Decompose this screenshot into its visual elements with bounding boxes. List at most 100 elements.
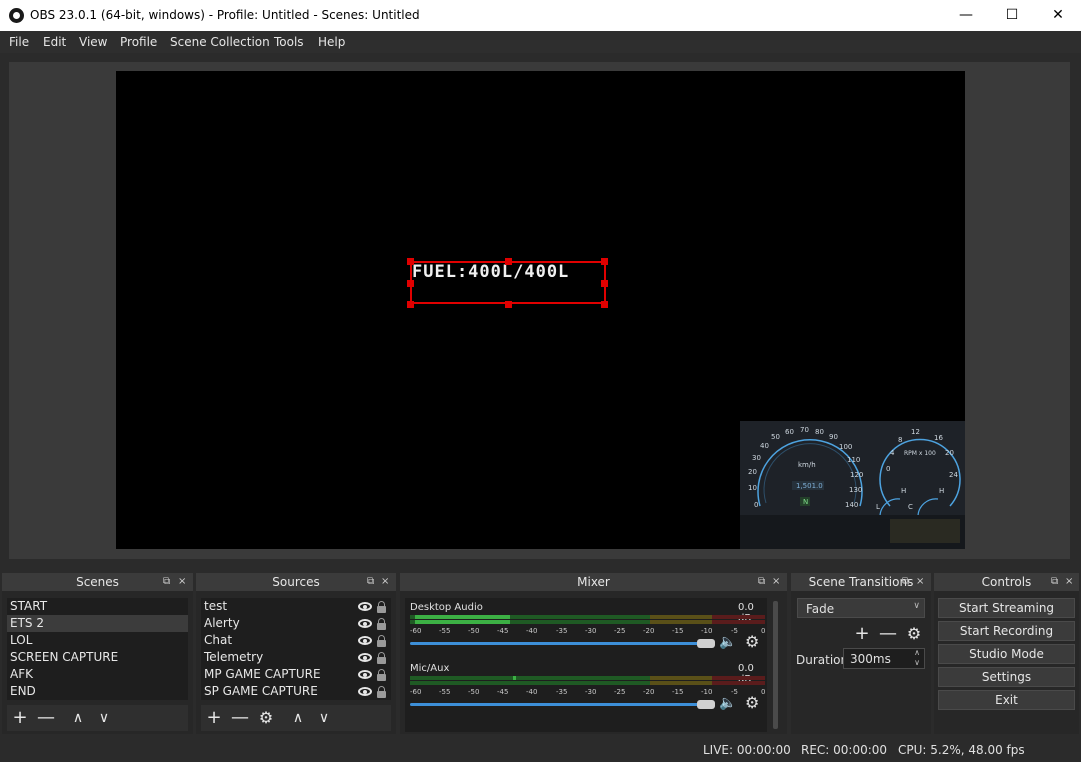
visibility-eye-icon[interactable]	[358, 687, 372, 696]
resize-handle[interactable]	[407, 258, 414, 265]
channel-name: Desktop Audio	[410, 602, 483, 613]
remove-transition-button[interactable]: —	[877, 623, 899, 645]
source-item[interactable]: Chat	[201, 632, 354, 649]
source-item[interactable]: test	[201, 598, 354, 615]
resize-handle[interactable]	[407, 280, 414, 287]
scene-item[interactable]: SCREEN CAPTURE	[7, 649, 188, 666]
resize-handle[interactable]	[505, 258, 512, 265]
speed-tick: 110	[847, 456, 861, 464]
move-down-button[interactable]: ∨	[93, 707, 115, 729]
speaker-icon[interactable]: 🔈	[719, 634, 736, 650]
close-icon[interactable]: ×	[381, 573, 389, 591]
lock-icon[interactable]	[377, 686, 386, 698]
source-properties-gear-icon[interactable]: ⚙	[255, 707, 277, 729]
add-transition-button[interactable]: +	[851, 623, 873, 645]
scene-item[interactable]: LOL	[7, 632, 188, 649]
fuel-gauge-max: H	[901, 487, 907, 495]
float-icon[interactable]: ⧉	[1051, 573, 1058, 591]
channel-name: Mic/Aux	[410, 663, 450, 674]
volume-slider-knob[interactable]	[697, 700, 715, 709]
scene-item[interactable]: START	[7, 598, 188, 615]
menu-profile[interactable]: Profile	[120, 35, 157, 49]
visibility-eye-icon[interactable]	[358, 619, 372, 628]
source-item[interactable]: MP GAME CAPTURE	[201, 666, 354, 683]
mixer-scrollbar[interactable]	[773, 601, 778, 729]
float-icon[interactable]: ⧉	[163, 573, 170, 591]
add-scene-button[interactable]: +	[9, 707, 31, 729]
volume-slider-knob[interactable]	[697, 639, 715, 648]
menu-help[interactable]: Help	[318, 35, 345, 49]
rec-status: REC: 00:00:00	[801, 743, 888, 757]
telemetry-dashboard[interactable]: 0 10 20 30 40 50 60 70 80 90 100 110 120…	[740, 421, 965, 549]
move-up-button[interactable]: ∧	[287, 707, 309, 729]
float-icon[interactable]: ⧉	[758, 573, 765, 591]
remove-scene-button[interactable]: —	[35, 707, 57, 729]
volume-slider-track[interactable]	[410, 703, 710, 706]
scene-item[interactable]: AFK	[7, 666, 188, 683]
remove-source-button[interactable]: —	[229, 707, 251, 729]
close-icon[interactable]: ×	[916, 573, 924, 591]
chevron-up-icon[interactable]: ∧	[914, 648, 920, 657]
studio-mode-button[interactable]: Studio Mode	[938, 644, 1075, 664]
speaker-icon[interactable]: 🔈	[719, 695, 736, 711]
resize-handle[interactable]	[601, 258, 608, 265]
speed-tick: 70	[800, 426, 809, 434]
chevron-down-icon[interactable]: ∨	[914, 658, 920, 667]
resize-handle[interactable]	[601, 301, 608, 308]
settings-button[interactable]: Settings	[938, 667, 1075, 687]
minimize-button[interactable]: —	[943, 0, 989, 31]
start-recording-button[interactable]: Start Recording	[938, 621, 1075, 641]
meter-scale-label: -45	[497, 627, 509, 635]
scenes-list[interactable]: START ETS 2 LOL SCREEN CAPTURE AFK END	[7, 598, 188, 700]
close-icon[interactable]: ×	[178, 573, 186, 591]
visibility-eye-icon[interactable]	[358, 602, 372, 611]
menu-tools[interactable]: Tools	[274, 35, 304, 49]
menu-view[interactable]: View	[79, 35, 107, 49]
meter-scale-label: -60	[410, 627, 422, 635]
visibility-eye-icon[interactable]	[358, 670, 372, 679]
sources-list[interactable]: test Alerty Chat Telemetry MP GAME CAPTU…	[201, 598, 391, 700]
transition-select[interactable]: Fade ∨	[797, 598, 925, 618]
menu-file[interactable]: File	[9, 35, 29, 49]
volume-slider-track[interactable]	[410, 642, 710, 645]
speed-tick: 130	[849, 486, 863, 494]
start-streaming-button[interactable]: Start Streaming	[938, 598, 1075, 618]
lock-icon[interactable]	[377, 669, 386, 681]
maximize-button[interactable]: ☐	[989, 0, 1035, 31]
lock-icon[interactable]	[377, 601, 386, 613]
channel-settings-gear-icon[interactable]: ⚙	[745, 632, 759, 651]
visibility-eye-icon[interactable]	[358, 653, 372, 662]
move-down-button[interactable]: ∨	[313, 707, 335, 729]
meter-scale-label: -10	[701, 627, 713, 635]
lock-icon[interactable]	[377, 635, 386, 647]
transitions-header: Scene Transitions ⧉ ×	[791, 573, 931, 591]
rpm-tick: 24	[949, 471, 958, 479]
channel-settings-gear-icon[interactable]: ⚙	[745, 693, 759, 712]
source-item[interactable]: SP GAME CAPTURE	[201, 683, 354, 700]
scenes-header: Scenes ⧉ ×	[2, 573, 193, 591]
move-up-button[interactable]: ∧	[67, 707, 89, 729]
float-icon[interactable]: ⧉	[902, 573, 909, 591]
scene-item[interactable]: END	[7, 683, 188, 700]
close-icon[interactable]: ×	[1065, 573, 1073, 591]
float-icon[interactable]: ⧉	[367, 573, 374, 591]
add-source-button[interactable]: +	[203, 707, 225, 729]
exit-button[interactable]: Exit	[938, 690, 1075, 710]
resize-handle[interactable]	[505, 301, 512, 308]
source-item[interactable]: Telemetry	[201, 649, 354, 666]
close-button[interactable]: ✕	[1035, 0, 1081, 31]
source-item[interactable]: Alerty	[201, 615, 354, 632]
audio-level-meter	[415, 620, 510, 624]
transition-properties-gear-icon[interactable]: ⚙	[903, 623, 925, 645]
lock-icon[interactable]	[377, 652, 386, 664]
selection-box[interactable]	[410, 261, 606, 304]
menu-edit[interactable]: Edit	[43, 35, 66, 49]
lock-icon[interactable]	[377, 618, 386, 630]
menu-scene-collection[interactable]: Scene Collection	[170, 35, 270, 49]
visibility-eye-icon[interactable]	[358, 636, 372, 645]
resize-handle[interactable]	[407, 301, 414, 308]
duration-spinbox[interactable]: 300ms ∧ ∨	[843, 648, 925, 669]
resize-handle[interactable]	[601, 280, 608, 287]
scene-item-selected[interactable]: ETS 2	[7, 615, 188, 632]
close-icon[interactable]: ×	[772, 573, 780, 591]
